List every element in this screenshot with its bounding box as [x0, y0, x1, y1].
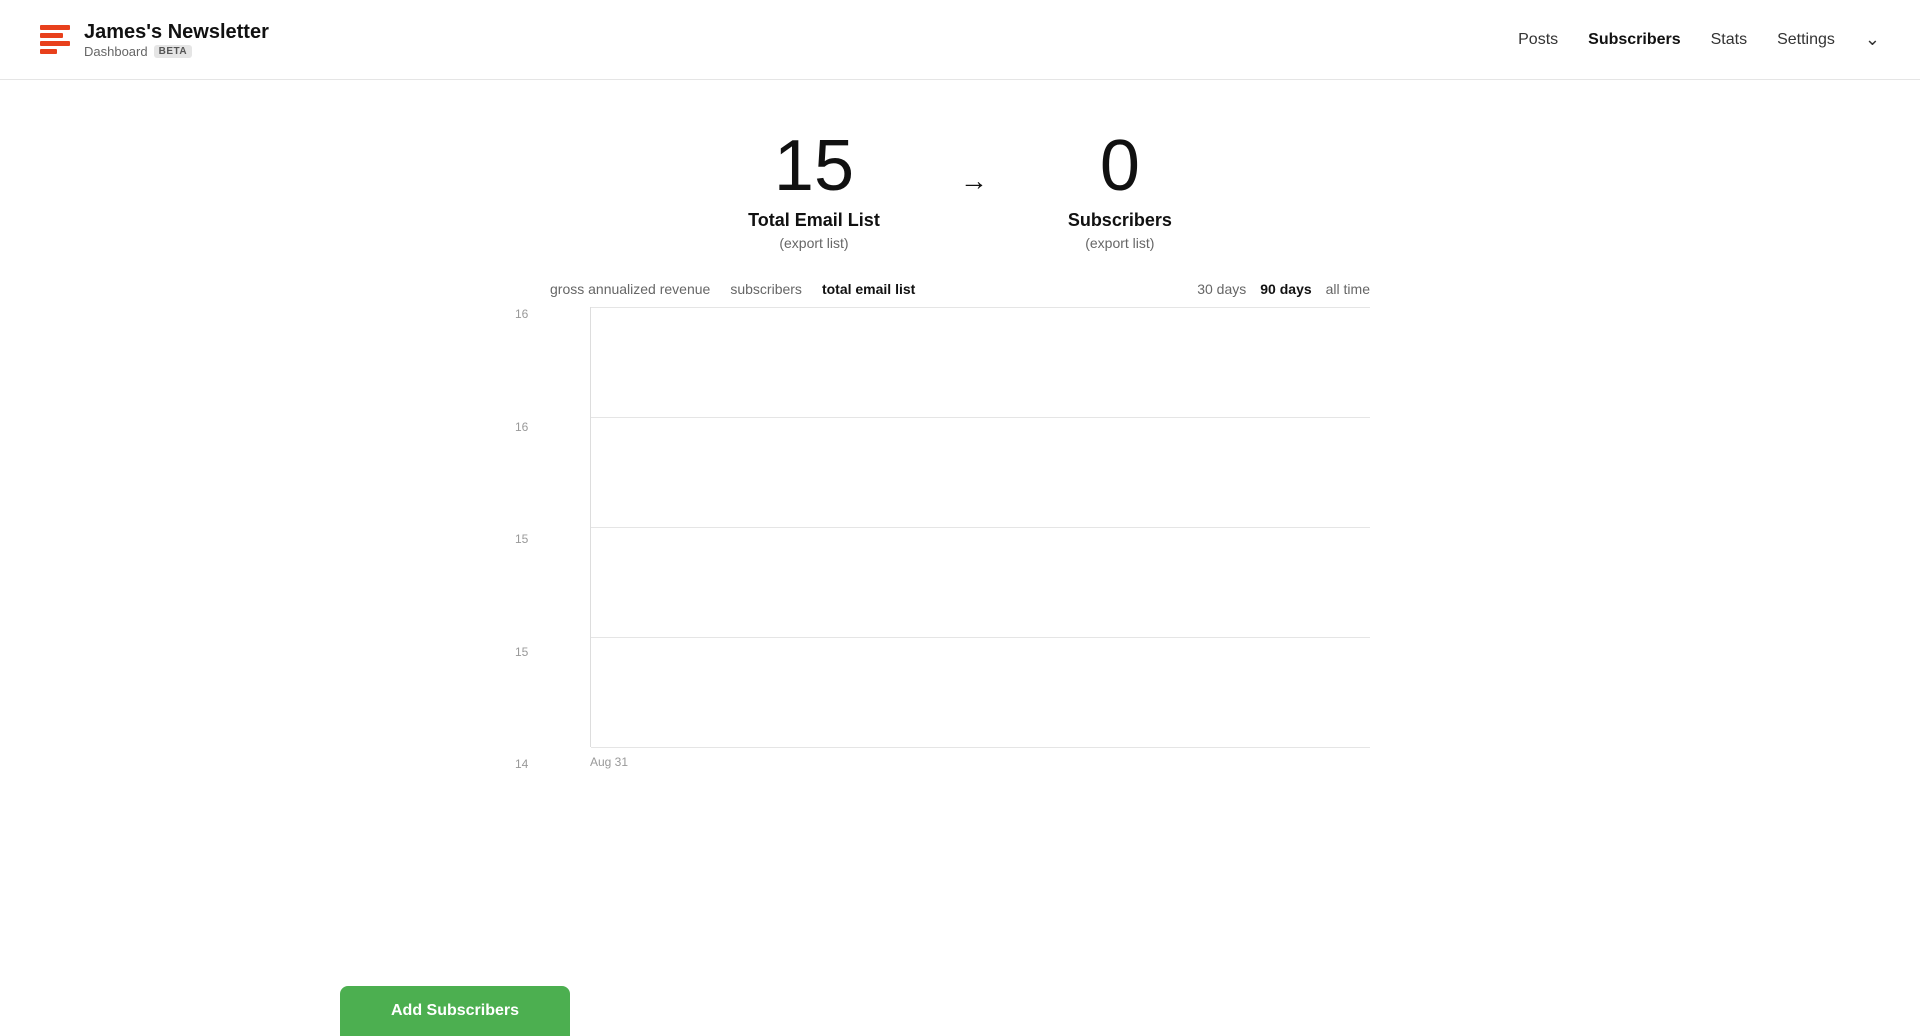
- y-label-16-top: 16: [515, 307, 528, 321]
- subscribers-count: 0: [1100, 130, 1140, 202]
- grid-line-4: [591, 637, 1370, 638]
- header-left: James's Newsletter Dashboard BETA: [40, 21, 269, 59]
- nav-subscribers[interactable]: Subscribers: [1588, 31, 1680, 49]
- nav-settings[interactable]: Settings: [1777, 31, 1835, 49]
- nav-stats[interactable]: Stats: [1711, 31, 1747, 49]
- grid-line-2: [591, 417, 1370, 418]
- time-filter-30[interactable]: 30 days: [1197, 281, 1246, 297]
- grid-line-3: [591, 527, 1370, 528]
- time-filter-all[interactable]: all time: [1326, 281, 1370, 297]
- time-filter-90[interactable]: 90 days: [1260, 281, 1311, 297]
- grid-line-5: [591, 747, 1370, 748]
- site-name: James's Newsletter: [84, 21, 269, 44]
- chart-tab-revenue[interactable]: gross annualized revenue: [550, 281, 710, 297]
- logo-bar-4: [40, 49, 57, 54]
- logo-bar-3: [40, 41, 70, 46]
- y-axis-labels: 16 16 15 15 14: [515, 307, 528, 771]
- subscribers-label: Subscribers: [1068, 210, 1172, 231]
- chart-area: [590, 307, 1370, 747]
- chart-controls: gross annualized revenue subscribers tot…: [550, 281, 1370, 297]
- header-title-group: James's Newsletter Dashboard BETA: [84, 21, 269, 59]
- beta-badge: BETA: [154, 45, 192, 58]
- y-label-15-bot: 15: [515, 645, 528, 659]
- newsletter-logo-icon: [40, 25, 70, 54]
- grid-line-1: [591, 307, 1370, 308]
- logo-bar-2: [40, 33, 63, 38]
- y-label-15-top: 15: [515, 532, 528, 546]
- logo-bar-1: [40, 25, 70, 30]
- arrow-connector-icon: →: [960, 165, 988, 197]
- y-label-16-mid: 16: [515, 420, 528, 434]
- dashboard-subtitle: Dashboard BETA: [84, 44, 269, 59]
- header: James's Newsletter Dashboard BETA Posts …: [0, 0, 1920, 80]
- total-email-label: Total Email List: [748, 210, 880, 231]
- y-label-14: 14: [515, 757, 528, 771]
- subscribers-export[interactable]: (export list): [1085, 235, 1154, 251]
- subscribers-stat: 0 Subscribers (export list): [1068, 130, 1172, 251]
- chart-tab-subscribers[interactable]: subscribers: [730, 281, 802, 297]
- chart-tab-group: gross annualized revenue subscribers tot…: [550, 281, 915, 297]
- total-email-export[interactable]: (export list): [779, 235, 848, 251]
- main-content: 15 Total Email List (export list) → 0 Su…: [510, 80, 1410, 771]
- chart-wrapper: 16 16 15 15 14 Aug 31: [550, 307, 1370, 771]
- total-email-list-stat: 15 Total Email List (export list): [748, 130, 880, 251]
- main-nav: Posts Subscribers Stats Settings ⌄: [1518, 29, 1880, 50]
- nav-more-chevron-icon[interactable]: ⌄: [1865, 29, 1880, 50]
- chart-tab-total-email[interactable]: total email list: [822, 281, 915, 297]
- subtitle-text: Dashboard: [84, 44, 148, 59]
- x-label-aug31: Aug 31: [590, 755, 628, 769]
- total-email-count: 15: [774, 130, 854, 202]
- stats-row: 15 Total Email List (export list) → 0 Su…: [550, 80, 1370, 281]
- time-filter-group: 30 days 90 days all time: [1197, 281, 1370, 297]
- add-subscribers-button[interactable]: Add Subscribers: [340, 986, 570, 1036]
- x-axis: Aug 31: [590, 753, 1370, 771]
- nav-posts[interactable]: Posts: [1518, 31, 1558, 49]
